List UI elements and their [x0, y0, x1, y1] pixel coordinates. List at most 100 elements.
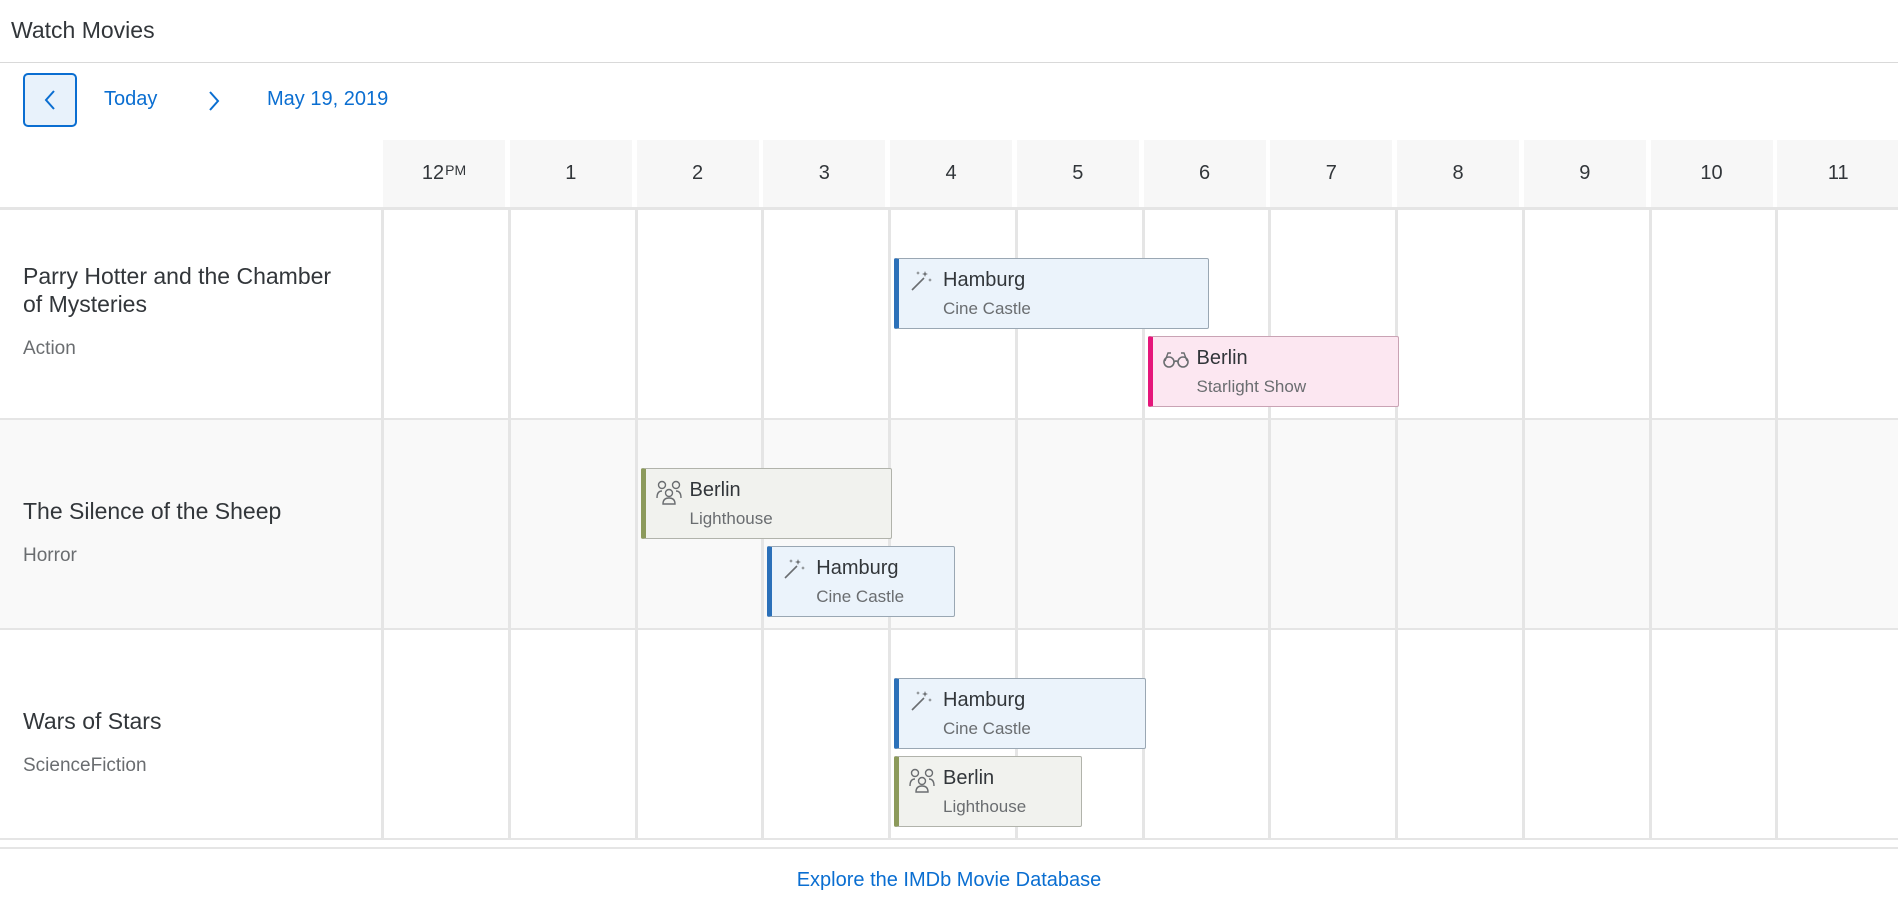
- movie-title: Parry Hotter and the Chamber of Mysterie…: [23, 263, 332, 317]
- chevron-left-icon: [44, 90, 55, 110]
- movie-row-header[interactable]: Wars of Stars ScienceFiction: [23, 707, 353, 777]
- showing-appointment[interactable]: Hamburg Cine Castle: [894, 258, 1209, 329]
- movie-row: Wars of Stars ScienceFiction Hamburg Cine C…: [0, 630, 1898, 840]
- hour-gridline: [1521, 630, 1525, 838]
- date-picker-button[interactable]: May 19, 2019: [267, 88, 388, 111]
- showing-city: Berlin: [1196, 347, 1248, 369]
- next-button[interactable]: [200, 85, 228, 117]
- hour-gridline: [1775, 630, 1779, 838]
- hour-gridline: [381, 630, 384, 838]
- hour-gridline: [888, 210, 891, 418]
- hour-label: 1: [565, 162, 577, 184]
- hour-gridline: [1648, 420, 1652, 628]
- showing-venue: Lighthouse: [689, 509, 773, 528]
- movie-title: Wars of Stars: [23, 708, 162, 734]
- hour-gridline: [761, 210, 765, 418]
- movie-title: The Silence of the Sheep: [23, 498, 282, 524]
- showing-city: Hamburg: [943, 689, 1026, 711]
- hour-gridline: [634, 420, 638, 628]
- magic-wand-icon: [909, 269, 933, 293]
- movie-genre: Action: [23, 338, 76, 359]
- group-icon: [909, 767, 935, 793]
- hour-header: 3: [763, 140, 886, 207]
- hour-gridline: [1775, 420, 1779, 628]
- page-title: Watch Movies: [11, 17, 155, 43]
- movie-genre: ScienceFiction: [23, 755, 147, 776]
- hour-label: 12: [421, 162, 445, 184]
- today-button[interactable]: Today: [104, 88, 157, 111]
- movie-row: Parry Hotter and the Chamber of Mysterie…: [0, 210, 1898, 420]
- app-header: Watch Movies: [0, 0, 1898, 63]
- hour-gridline: [1141, 420, 1145, 628]
- hour-label: 9: [1579, 162, 1591, 184]
- hour-label: 10: [1700, 162, 1723, 184]
- hour-header: 10: [1650, 140, 1773, 207]
- showing-venue: Cine Castle: [816, 587, 905, 606]
- hour-header: 2: [636, 140, 759, 207]
- hour-gridline: [888, 630, 891, 838]
- hour-suffix: PM: [445, 161, 467, 178]
- showing-appointment[interactable]: Berlin Lighthouse: [640, 468, 892, 539]
- hour-label: 11: [1827, 162, 1849, 184]
- showing-city: Berlin: [943, 767, 995, 789]
- movie-row-header[interactable]: The Silence of the Sheep Horror: [23, 497, 353, 567]
- hour-label: 8: [1452, 162, 1464, 184]
- hour-gridline: [381, 210, 384, 418]
- hour-header: 4: [890, 140, 1012, 207]
- hour-gridline: [1268, 630, 1272, 838]
- hour-gridline: [634, 210, 638, 418]
- hour-header: 6: [1143, 140, 1266, 207]
- hour-gridline: [381, 420, 384, 628]
- hour-header: 8: [1397, 140, 1519, 207]
- hour-gridline: [761, 630, 765, 838]
- calendar-rows: Parry Hotter and the Chamber of Mysterie…: [0, 210, 1898, 840]
- showing-appointment[interactable]: Berlin Lighthouse: [894, 756, 1083, 827]
- hour-gridline: [1268, 420, 1272, 628]
- hour-label: 4: [945, 162, 957, 184]
- hour-gridline: [1395, 630, 1398, 838]
- hour-label: 2: [691, 162, 704, 184]
- hour-label: 5: [1072, 162, 1084, 184]
- hour-label: 7: [1325, 162, 1337, 184]
- hour-gridline: [507, 210, 511, 418]
- showing-venue: Cine Castle: [943, 719, 1031, 738]
- showing-venue: Cine Castle: [943, 299, 1031, 318]
- group-icon: [655, 479, 682, 505]
- movie-row-header[interactable]: Parry Hotter and the Chamber of Mysterie…: [23, 262, 353, 360]
- showing-appointment[interactable]: Hamburg Cine Castle: [767, 546, 956, 617]
- showing-venue: Lighthouse: [943, 797, 1027, 816]
- showing-city: Berlin: [689, 479, 741, 501]
- magic-wand-icon: [782, 557, 806, 581]
- showing-appointment[interactable]: Berlin Starlight Show: [1147, 336, 1399, 407]
- timeline-header: 12 PM 1 2 3 4 5 6 7 8 9 10 11: [0, 140, 1898, 210]
- hour-header: 9: [1523, 140, 1646, 207]
- showing-venue: Starlight Show: [1196, 377, 1307, 396]
- hour-header: 5: [1016, 140, 1139, 207]
- planning-calendar-toolbar: Today May 19, 2019: [0, 63, 1898, 139]
- previous-button[interactable]: [23, 73, 77, 127]
- hour-gridline: [1648, 210, 1652, 418]
- hour-header: 11: [1777, 140, 1898, 207]
- hour-gridline: [1521, 210, 1525, 418]
- hour-label: 6: [1198, 162, 1211, 184]
- hour-gridline: [634, 630, 638, 838]
- imdb-link[interactable]: Explore the IMDb Movie Database: [0, 869, 1898, 892]
- hour-header: 12 PM: [383, 140, 505, 207]
- hour-gridline: [1521, 420, 1525, 628]
- hour-gridline: [507, 630, 511, 838]
- footer: Explore the IMDb Movie Database: [0, 847, 1898, 908]
- glasses-icon: [1162, 347, 1189, 371]
- movie-genre: Horror: [23, 545, 77, 566]
- hour-gridline: [1775, 210, 1779, 418]
- showing-appointment[interactable]: Hamburg Cine Castle: [894, 678, 1146, 749]
- showing-city: Hamburg: [943, 269, 1026, 291]
- movie-row: The Silence of the Sheep Horror Berlin Ligh…: [0, 420, 1898, 630]
- chevron-right-icon: [209, 91, 220, 111]
- hour-gridline: [507, 420, 511, 628]
- magic-wand-icon: [909, 689, 933, 713]
- hour-gridline: [1648, 630, 1652, 838]
- hour-header: 7: [1270, 140, 1393, 207]
- hour-label: 3: [818, 162, 830, 184]
- hour-header: 1: [509, 140, 632, 207]
- hour-gridline: [1395, 420, 1398, 628]
